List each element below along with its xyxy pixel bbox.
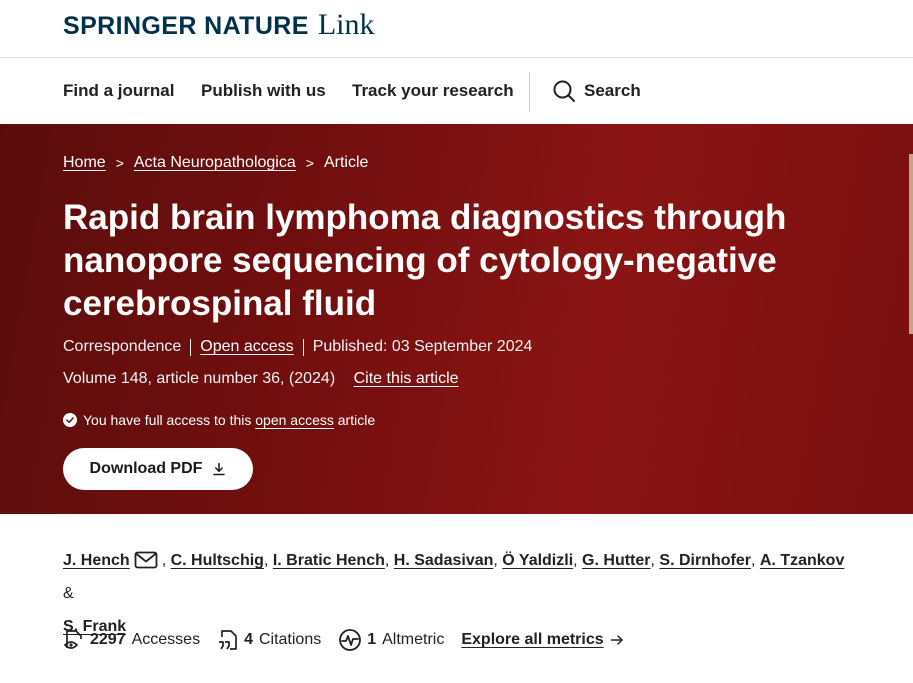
chevron-right-icon: >: [305, 155, 314, 171]
author-link[interactable]: S. Dirnhofer: [659, 552, 751, 569]
author-separator: ,: [384, 552, 390, 569]
altmetric-count: 1: [367, 631, 377, 648]
author-link[interactable]: Ö Yaldizli: [502, 552, 573, 569]
download-pdf-button[interactable]: Download PDF: [63, 448, 253, 490]
search-label: Search: [584, 81, 641, 100]
nav-publish-with-us[interactable]: Publish with us: [201, 81, 326, 101]
access-note: You have full access to this open access…: [63, 412, 375, 428]
published-date: Published: 03 September 2024: [312, 338, 533, 355]
article-citation-meta: Volume 148, article number 36, (2024) Ci…: [63, 370, 459, 388]
breadcrumb-journal[interactable]: Acta Neuropathologica: [134, 154, 296, 172]
chevron-right-icon: >: [115, 155, 124, 171]
arrow-right-icon: [610, 635, 623, 645]
author-link[interactable]: C. Hultschig: [171, 552, 264, 569]
altmetric-label: Altmetric: [382, 631, 445, 648]
download-icon: [213, 462, 226, 476]
citation-icon: [219, 630, 237, 650]
article-meta: Correspondence Open access Published: 03…: [63, 338, 532, 356]
article-hero: Home > Acta Neuropathologica > Article R…: [0, 124, 913, 514]
nav-divider: [529, 72, 530, 112]
brand-suffix: Link: [317, 8, 375, 41]
author-separator: ,: [650, 552, 655, 569]
open-access-link[interactable]: Open access: [200, 338, 293, 356]
check-circle-icon: [63, 413, 77, 427]
search-icon: [553, 80, 575, 102]
cite-article-link[interactable]: Cite this article: [354, 370, 459, 387]
author-separator: ,: [573, 552, 578, 569]
access-note-open-access-link[interactable]: open access: [255, 412, 334, 428]
side-panel-edge: [909, 154, 913, 334]
author-separator: ,: [161, 552, 167, 569]
author-separator: ,: [263, 552, 269, 569]
article-type: Correspondence: [63, 338, 182, 355]
altmetric-metric: 1 Altmetric: [338, 628, 444, 652]
author-link[interactable]: G. Hutter: [582, 552, 650, 569]
breadcrumb: Home > Acta Neuropathologica > Article: [63, 154, 368, 172]
nav-find-journal[interactable]: Find a journal: [63, 81, 174, 101]
main-nav: Find a journal Publish with us Track you…: [0, 59, 913, 124]
volume-info: Volume 148, article number 36, (2024): [63, 370, 336, 387]
citations-metric: 4 Citations: [217, 628, 321, 652]
download-pdf-label: Download PDF: [89, 460, 203, 477]
citations-count: 4: [244, 631, 253, 648]
citations-label: Citations: [258, 631, 322, 648]
explore-metrics-label: Explore all metrics: [461, 631, 604, 648]
access-note-prefix: You have full access to this: [83, 412, 252, 428]
access-note-suffix: article: [337, 412, 376, 428]
author-and: &: [63, 585, 74, 602]
article-metrics: 2297 Accesses 4 Citations 1 Altmetric Ex…: [63, 628, 624, 652]
breadcrumb-current: Article: [323, 154, 369, 171]
author-link[interactable]: I. Bratic Hench: [273, 552, 385, 569]
meta-divider: [302, 338, 304, 356]
author-separator: ,: [750, 552, 756, 569]
author-separator: ,: [493, 552, 498, 569]
accesses-count: 2297: [90, 631, 126, 648]
author-link[interactable]: A. Tzankov: [760, 552, 844, 569]
explore-metrics-link[interactable]: Explore all metrics: [461, 631, 623, 649]
springer-nature-link-logo[interactable]: SPRINGER NATURE Link: [63, 8, 375, 42]
breadcrumb-home[interactable]: Home: [63, 154, 106, 172]
nav-track-research[interactable]: Track your research: [352, 81, 514, 101]
altmetric-icon: [339, 629, 362, 651]
article-title: Rapid brain lymphoma diagnostics through…: [63, 198, 787, 323]
accesses-label: Accesses: [131, 631, 201, 648]
email-icon[interactable]: [134, 551, 158, 569]
site-header: SPRINGER NATURE Link: [0, 0, 913, 58]
meta-divider: [190, 338, 192, 356]
brand-name: SPRINGER NATURE: [63, 12, 309, 40]
document-eye-icon: [64, 630, 82, 649]
author-link[interactable]: J. Hench: [63, 552, 130, 569]
accesses-metric: 2297 Accesses: [63, 628, 200, 652]
search-button[interactable]: Search: [552, 79, 641, 103]
author-link[interactable]: H. Sadasivan: [394, 552, 494, 569]
